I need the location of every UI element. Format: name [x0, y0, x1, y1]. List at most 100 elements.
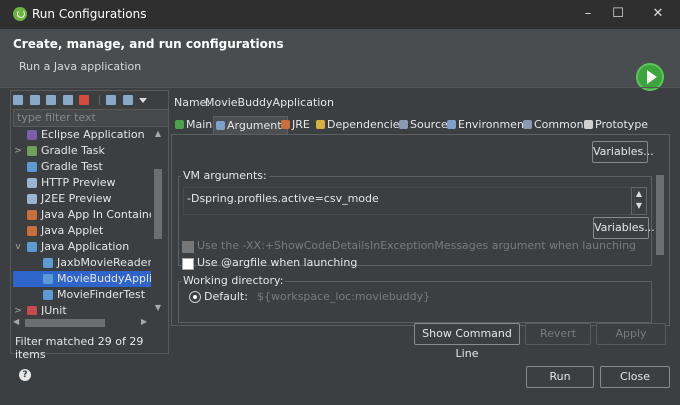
vm-variables-button[interactable]: Variables...	[593, 217, 655, 239]
tab-label: JRE	[292, 118, 310, 131]
tree-item[interactable]: Gradle Test	[13, 159, 151, 175]
show-command-line-button[interactable]: Show Command Line	[414, 323, 520, 360]
tree-item[interactable]: J2EE Preview	[13, 191, 151, 207]
config-type-icon	[27, 146, 37, 156]
tab-icon	[316, 120, 325, 129]
name-field[interactable]: MovieBuddyApplication	[205, 96, 334, 109]
filter-icon[interactable]	[122, 95, 133, 105]
config-type-icon	[27, 130, 37, 140]
working-directory-group: Working directory: Default: ${workspace_…	[178, 274, 652, 323]
tab-source[interactable]: Source	[397, 116, 448, 134]
tree-item-label: JaxbMovieReaderTe	[57, 256, 151, 269]
tree-horizontal-scrollbar[interactable]: ◀ ▶	[13, 317, 151, 329]
tree-item[interactable]: HTTP Preview	[13, 175, 151, 191]
scroll-right-icon[interactable]: ▶	[141, 317, 147, 326]
configuration-tree: Eclipse Application > Gradle Task Gradle Te…	[13, 129, 151, 315]
export-icon[interactable]	[46, 95, 56, 105]
run-button[interactable]: Run	[526, 366, 594, 388]
tree-item-label: Gradle Task	[41, 144, 105, 157]
tab-main[interactable]: Main	[173, 116, 212, 134]
tab-label: Dependencies	[327, 118, 406, 131]
tab-icon	[523, 120, 532, 129]
tab-label: Prototype	[595, 118, 649, 131]
tree-item[interactable]: MovieFinderTest	[13, 287, 151, 303]
tab-common[interactable]: Common	[521, 116, 584, 134]
config-type-icon	[27, 162, 37, 172]
expand-toggle-icon[interactable]: >	[13, 143, 23, 159]
tab-arguments[interactable]: Arguments	[213, 116, 289, 135]
tab-icon	[175, 120, 184, 129]
window-title: Run Configurations	[32, 7, 147, 21]
apply-button[interactable]: Apply	[596, 323, 666, 345]
collapse-all-icon[interactable]	[106, 95, 116, 105]
program-variables-button[interactable]: Variables...	[592, 141, 654, 163]
view-menu-icon[interactable]	[139, 97, 147, 103]
filter-status: Filter matched 29 of 29 items	[15, 335, 144, 361]
scroll-down-icon[interactable]: ▼	[151, 303, 165, 312]
tab-label: Environment	[458, 118, 529, 131]
configuration-list-panel: type filter text Eclipse Application > Gra…	[10, 90, 169, 361]
tree-item[interactable]: Eclipse Application	[13, 129, 151, 143]
configuration-editor: Name: MovieBuddyApplication Main Argument…	[171, 90, 670, 360]
config-type-icon	[27, 226, 37, 236]
title-bar: Run Configurations – ☐ ✕	[0, 0, 680, 29]
default-radio[interactable]	[189, 291, 201, 303]
tree-item[interactable]: JaxbMovieReaderTe	[13, 255, 151, 271]
config-type-icon	[27, 242, 37, 252]
config-type-icon	[27, 306, 37, 315]
tree-item[interactable]: v Java Application	[13, 239, 151, 255]
hscroll-thumb[interactable]	[25, 319, 105, 327]
tree-item-label: MovieFinderTest	[57, 288, 146, 301]
tree-item[interactable]: > Gradle Task	[13, 143, 151, 159]
header-subtitle: Run a Java application	[19, 60, 142, 73]
argfile-checkbox[interactable]	[182, 258, 194, 270]
config-type-icon	[27, 194, 37, 204]
help-icon[interactable]: ?	[19, 369, 31, 381]
tab-label: Common	[534, 118, 584, 131]
delete-icon[interactable]	[79, 95, 89, 105]
maximize-button[interactable]: ☐	[604, 4, 632, 24]
vm-arguments-text: -Dspring.profiles.active=csv_mode	[187, 192, 379, 205]
show-code-details-label: Use the -XX:+ShowCodeDetailsInExceptionM…	[197, 239, 637, 252]
config-type-icon	[43, 258, 53, 268]
minimize-button[interactable]: –	[574, 4, 602, 24]
close-button[interactable]: Close	[600, 366, 670, 388]
tree-item[interactable]: Java App In Container	[13, 207, 151, 223]
tab-jre[interactable]: JRE	[279, 116, 310, 134]
tree-vertical-scrollbar[interactable]: ▲ ▼	[151, 129, 165, 315]
scroll-up-icon[interactable]: ▲	[151, 129, 165, 138]
tab-icon	[584, 120, 593, 129]
duplicate-icon[interactable]	[62, 95, 73, 105]
scroll-thumb[interactable]	[154, 169, 162, 239]
content-scroll-thumb[interactable]	[656, 175, 664, 255]
close-window-button[interactable]: ✕	[644, 4, 672, 24]
tree-item-label: Java App In Container	[41, 208, 151, 221]
new-config-icon[interactable]	[13, 95, 23, 105]
toolbar-separator	[98, 95, 100, 105]
tree-item[interactable]: > JUnit	[13, 303, 151, 315]
tree-item[interactable]: Java Applet	[13, 223, 151, 239]
tab-prototype[interactable]: Prototype	[582, 116, 648, 134]
vm-arguments-scroll[interactable]: ▲ ▼	[631, 187, 647, 215]
tree-item-label: Java Application	[41, 240, 130, 253]
expand-toggle-icon[interactable]: >	[13, 303, 23, 315]
content-scrollbar[interactable]	[653, 135, 666, 323]
run-configurations-dialog: Run Configurations – ☐ ✕ Create, manage,…	[0, 0, 680, 405]
new-prototype-icon[interactable]	[29, 95, 40, 105]
filter-input[interactable]: type filter text	[13, 109, 169, 127]
tab-dependencies[interactable]: Dependencies	[314, 116, 405, 134]
tab-label: Source	[410, 118, 448, 131]
tree-item-label: Java Applet	[41, 224, 104, 237]
revert-button[interactable]: Revert	[525, 323, 591, 345]
tree-item-label: MovieBuddyApplica	[57, 272, 151, 285]
scroll-left-icon[interactable]: ◀	[13, 317, 19, 326]
default-label: Default:	[204, 290, 248, 303]
tree-item[interactable]: MovieBuddyApplica	[13, 271, 151, 287]
vm-arguments-group: VM arguments: -Dspring.profiles.active=c…	[178, 169, 655, 266]
expand-toggle-icon[interactable]: v	[13, 239, 23, 255]
config-type-icon	[43, 290, 53, 300]
tab-environment[interactable]: Environment	[445, 116, 528, 134]
vm-arguments-input[interactable]: -Dspring.profiles.active=csv_mode	[183, 187, 635, 215]
list-toolbar	[13, 93, 150, 107]
show-code-details-checkbox	[182, 241, 194, 253]
